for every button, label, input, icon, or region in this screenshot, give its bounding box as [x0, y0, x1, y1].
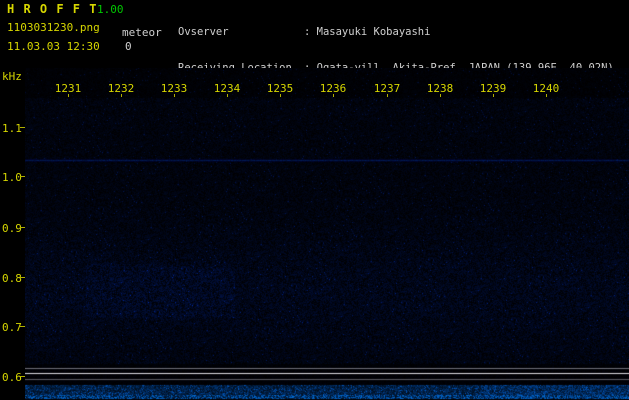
y-tick-mark: [20, 227, 25, 228]
x-tick-mark: [546, 94, 547, 97]
y-tick-mark: [20, 127, 25, 128]
app-title: H R O F F T: [7, 2, 98, 16]
x-tick-mark: [68, 94, 69, 97]
x-tick-mark: [227, 94, 228, 97]
mode-label: meteor: [122, 26, 162, 39]
y-tick-label: 0.7: [2, 321, 22, 334]
spectrogram-canvas: [25, 68, 629, 400]
x-tick-mark: [280, 94, 281, 97]
y-tick-label: 0.8: [2, 272, 22, 285]
y-axis-unit-label: kHz: [2, 70, 22, 83]
y-tick-label: 1.0: [2, 171, 22, 184]
y-tick-mark: [20, 277, 25, 278]
y-tick-mark: [20, 326, 25, 327]
y-tick-label: 1.1: [2, 122, 22, 135]
y-tick-mark: [20, 176, 25, 177]
y-tick-label: 0.9: [2, 222, 22, 235]
x-tick-mark: [174, 94, 175, 97]
info-value: : Masayuki Kobayashi: [304, 26, 431, 38]
y-tick-mark: [20, 376, 25, 377]
echo-count: 0: [125, 40, 132, 53]
output-filename: 1103031230.png: [7, 21, 100, 34]
x-tick-mark: [440, 94, 441, 97]
x-tick-mark: [493, 94, 494, 97]
x-tick-mark: [387, 94, 388, 97]
x-tick-mark: [121, 94, 122, 97]
timestamp: 11.03.03 12:30: [7, 40, 100, 53]
app-version: 1.00: [97, 3, 124, 16]
y-tick-label: 0.6: [2, 371, 22, 384]
info-label: Ovserver: [178, 26, 229, 38]
x-tick-mark: [333, 94, 334, 97]
info-row-observer: Ovserver : Masayuki Kobayashi: [178, 26, 614, 38]
hrofft-screen: H R O F F T 1.00 1103031230.png meteor 1…: [0, 0, 629, 400]
